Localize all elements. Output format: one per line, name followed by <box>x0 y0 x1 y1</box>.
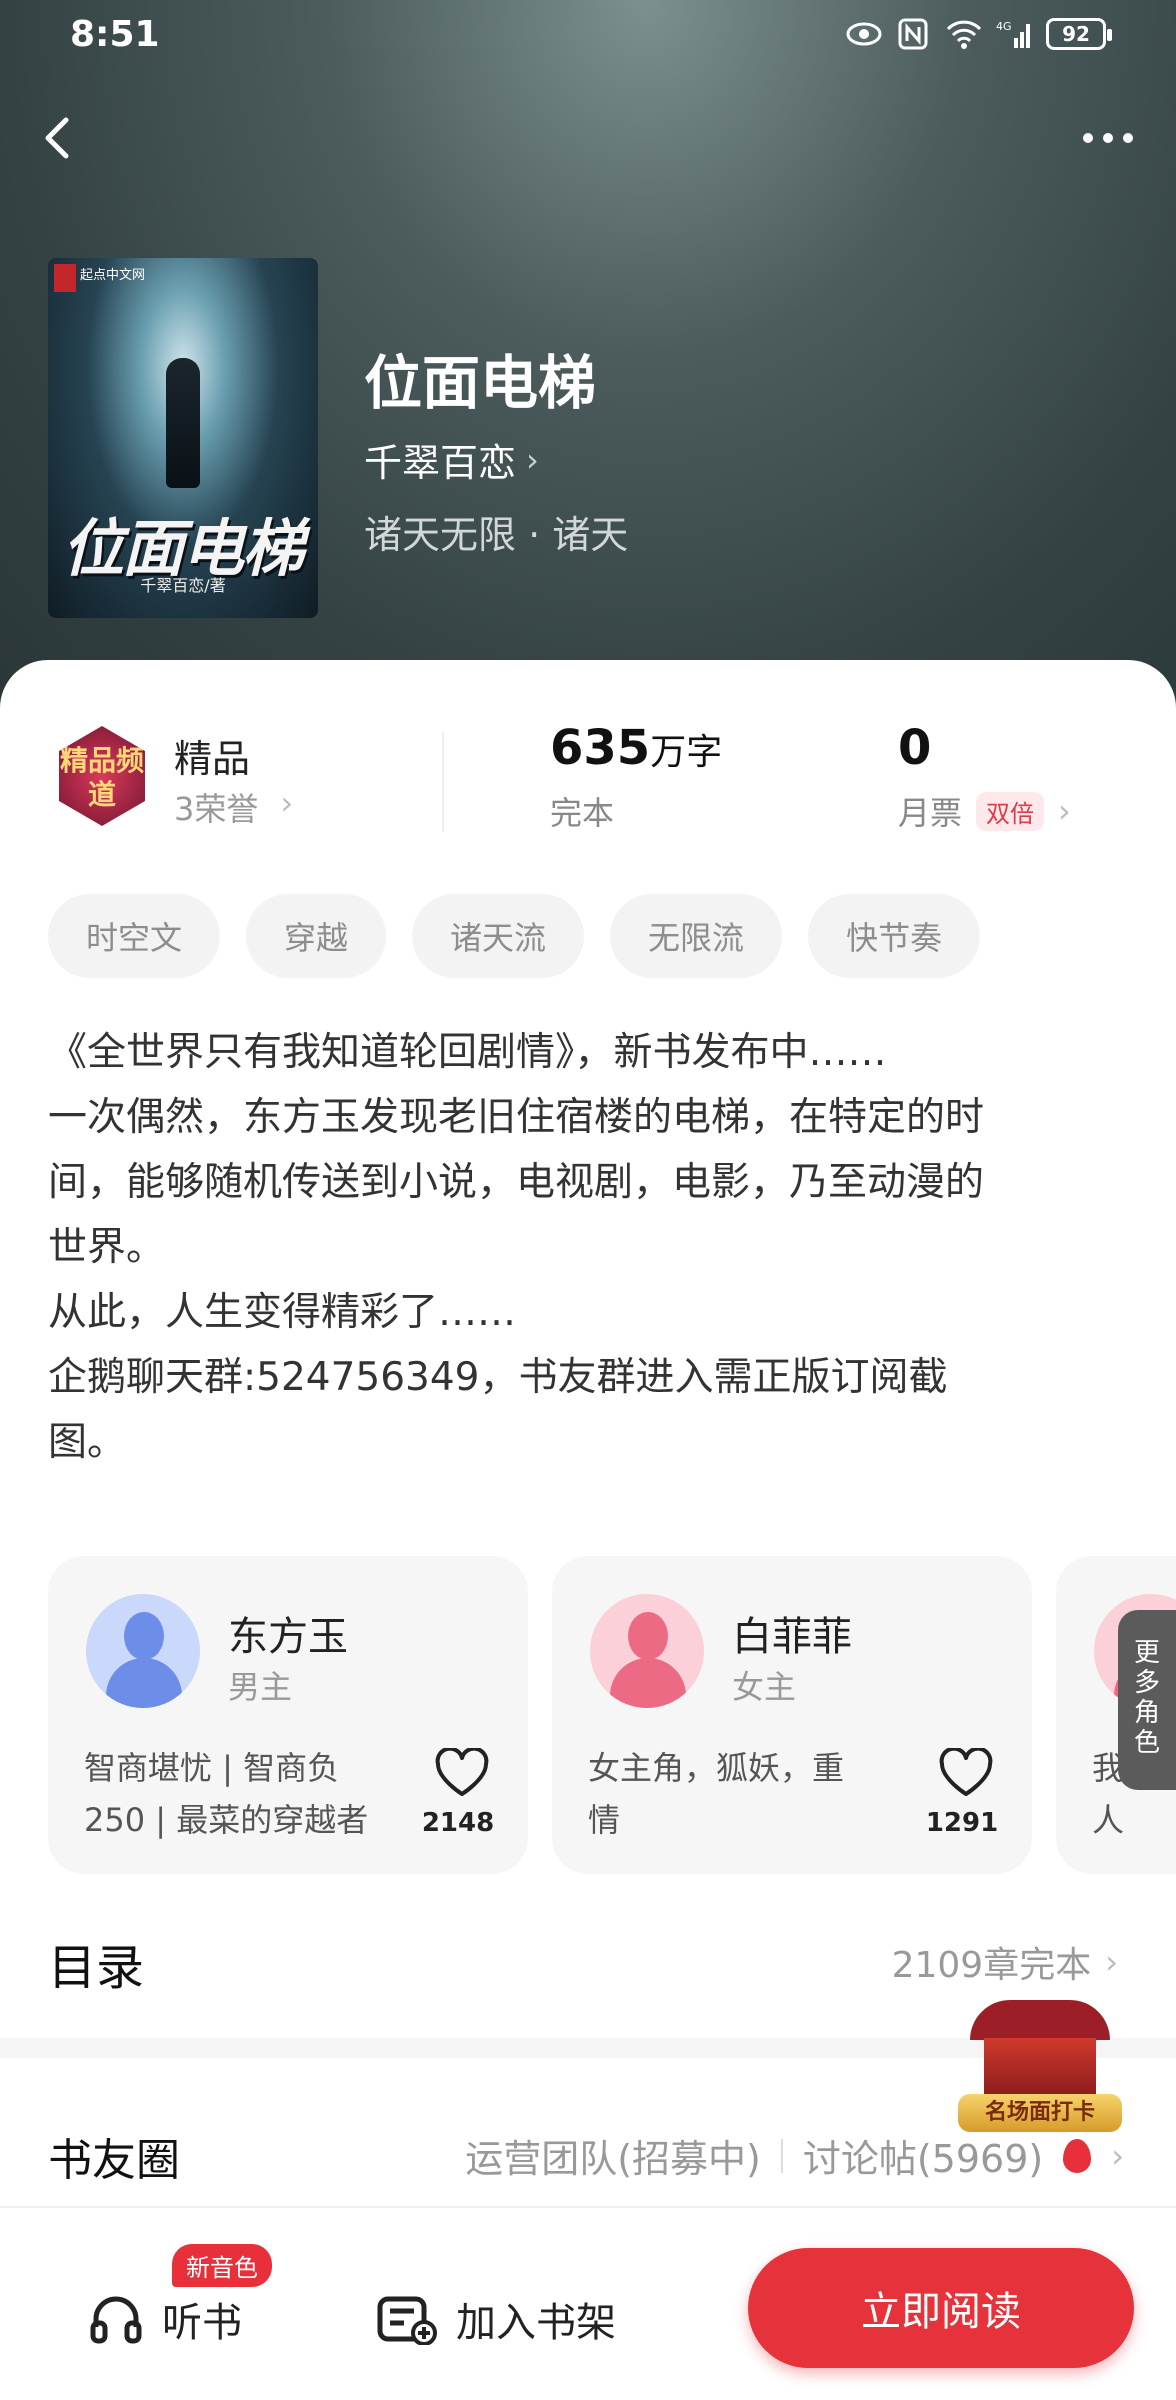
heart-icon[interactable] <box>938 1748 994 1798</box>
description-line: 间，能够随机传送到小说，电视剧，电影，乃至动漫的 <box>48 1160 985 1205</box>
description-line: 图。 <box>48 1420 127 1465</box>
new-voice-badge: 新音色 <box>172 2244 272 2287</box>
status-time: 8:51 <box>70 14 160 55</box>
divider <box>780 2138 783 2173</box>
more-characters-button[interactable]: 更多角色 <box>1118 1610 1176 1790</box>
toc-link[interactable]: 2109章完本 › <box>892 1936 1118 1988</box>
character-desc: 女主角，狐妖，重 情 <box>588 1749 845 1839</box>
quality-seal-icon: 精品频道 <box>59 726 145 826</box>
description-line: 从此，人生变得精彩了…… <box>48 1290 517 1335</box>
tag-chip[interactable]: 时空文 <box>48 894 221 978</box>
word-unit: 万字 <box>650 732 723 773</box>
quality-label: 精品 <box>174 737 251 781</box>
headphones-icon <box>90 2296 142 2344</box>
toc-meta: 2109章完本 <box>891 1945 1092 1986</box>
toc-title[interactable]: 目录 <box>48 1928 144 1998</box>
publisher-badge <box>54 264 76 292</box>
divider <box>442 732 444 832</box>
character-name: 东方玉 <box>228 1614 348 1660</box>
chevron-right-icon: › <box>1111 2136 1124 2175</box>
like-count: 2148 <box>421 1808 495 1838</box>
description-line: 企鹅聊天群:524756349，书友群进入需正版订阅截 <box>48 1355 948 1400</box>
add-shelf-icon <box>377 2296 437 2345</box>
tag-chip[interactable]: 诸天流 <box>412 894 585 978</box>
like-count: 1291 <box>925 1808 999 1838</box>
bottom-action-bar: 听书 新音色 加入书架 立即阅读 <box>0 2206 1176 2400</box>
pagoda-icon <box>970 2000 1110 2040</box>
eye-icon <box>846 22 882 46</box>
character-card[interactable]: 白菲菲 女主 女主角，狐妖，重 情 1291 <box>552 1556 1032 1874</box>
tag-chip[interactable]: 穿越 <box>246 894 387 978</box>
more-dots-icon[interactable] <box>1068 108 1148 168</box>
more-characters-label: 更多角色 <box>1133 1638 1160 1758</box>
network-type: 4G <box>996 20 1012 33</box>
character-name: 白菲菲 <box>732 1614 852 1660</box>
fire-icon <box>1063 2138 1092 2173</box>
read-now-button[interactable]: 立即阅读 <box>748 2248 1134 2368</box>
status-icons: 4G 92 <box>846 18 1112 50</box>
character-card[interactable]: 东方玉 男主 智商堪忧 | 智商负 250 | 最菜的穿越者 2148 <box>48 1556 528 1874</box>
character-desc: 智商堪忧 | 智商负 250 | 最菜的穿越者 <box>84 1749 369 1839</box>
team-link[interactable]: 运营团队(招募中) <box>465 2128 761 2183</box>
word-count: 635万字 <box>550 720 722 776</box>
completion-status: 完本 <box>550 794 615 832</box>
chevron-right-icon: › <box>280 784 294 822</box>
heart-icon[interactable] <box>434 1748 490 1798</box>
cover-author: 千翠百恋/著 <box>140 576 226 595</box>
battery-indicator: 92 <box>1046 18 1112 50</box>
stats-row: 精品频道 精品 3荣誉 › 635万字 完本 0 月票 双倍 › <box>0 660 1176 840</box>
status-bar: 8:51 4G 92 <box>0 0 1176 72</box>
ticket-label: 月票 <box>898 794 963 832</box>
description-line: 世界。 <box>48 1225 166 1270</box>
book-cover[interactable]: 起点中文网 位面电梯 千翠百恋/著 <box>48 258 318 618</box>
monthly-tickets-value: 0 <box>898 720 932 776</box>
description-line: 《全世界只有我知道轮回剧情》，新书发布中…… <box>48 1030 887 1075</box>
book-description[interactable]: 《全世界只有我知道轮回剧情》，新书发布中…… 一次偶然，东方玉发现老旧住宿楼的电… <box>48 1020 1128 1475</box>
chevron-right-icon: › <box>526 440 539 479</box>
word-count-value: 635 <box>550 720 651 776</box>
book-hero: 8:51 4G 92 起点中文网 位面电梯 千翠百恋/著 位面电梯 千翠百恋 ›… <box>0 0 1176 720</box>
monthly-tickets-link[interactable]: 月票 双倍 › <box>898 788 1071 834</box>
nfc-icon <box>898 18 928 50</box>
double-badge: 双倍 <box>976 791 1045 831</box>
character-role: 女主 <box>732 1668 797 1706</box>
signal-icon: 4G <box>996 20 1030 48</box>
avatar <box>590 1594 704 1708</box>
book-genre: 诸天无限 · 诸天 <box>364 513 629 557</box>
wifi-icon <box>946 20 982 49</box>
add-shelf-button[interactable]: 加入书架 <box>376 2290 616 2348</box>
character-role: 男主 <box>228 1668 293 1706</box>
promo-float[interactable]: 名场面打卡 <box>950 1990 1130 2140</box>
tag-chip[interactable]: 无限流 <box>610 894 783 978</box>
honors-count: 3荣誉 <box>174 790 259 828</box>
chevron-right-icon: › <box>1058 792 1071 830</box>
book-title: 位面电梯 <box>364 349 597 417</box>
honors-link[interactable]: 3荣誉 › <box>174 784 293 830</box>
chevron-left-icon[interactable] <box>28 108 88 168</box>
cover-figure <box>166 358 200 488</box>
description-line: 一次偶然，东方玉发现老旧住宿楼的电梯，在特定的时 <box>48 1095 985 1140</box>
promo-label: 名场面打卡 <box>958 2094 1122 2132</box>
tag-chip[interactable]: 快节奏 <box>808 894 981 978</box>
listen-button[interactable]: 听书 <box>88 2290 242 2348</box>
author-name: 千翠百恋 <box>364 441 517 485</box>
tag-list: 时空文 穿越 诸天流 无限流 快节奏 <box>48 894 981 978</box>
avatar <box>86 1594 200 1708</box>
add-shelf-label: 加入书架 <box>456 2300 616 2346</box>
cover-publisher: 起点中文网 <box>80 268 146 283</box>
chevron-right-icon: › <box>1105 1943 1118 1981</box>
book-circle-title[interactable]: 书友圈 <box>48 2124 180 2188</box>
listen-label: 听书 <box>162 2300 242 2346</box>
author-link[interactable]: 千翠百恋 › <box>364 432 539 487</box>
character-carousel[interactable]: 东方玉 男主 智商堪忧 | 智商负 250 | 最菜的穿越者 2148 白菲菲 … <box>48 1556 1176 1874</box>
